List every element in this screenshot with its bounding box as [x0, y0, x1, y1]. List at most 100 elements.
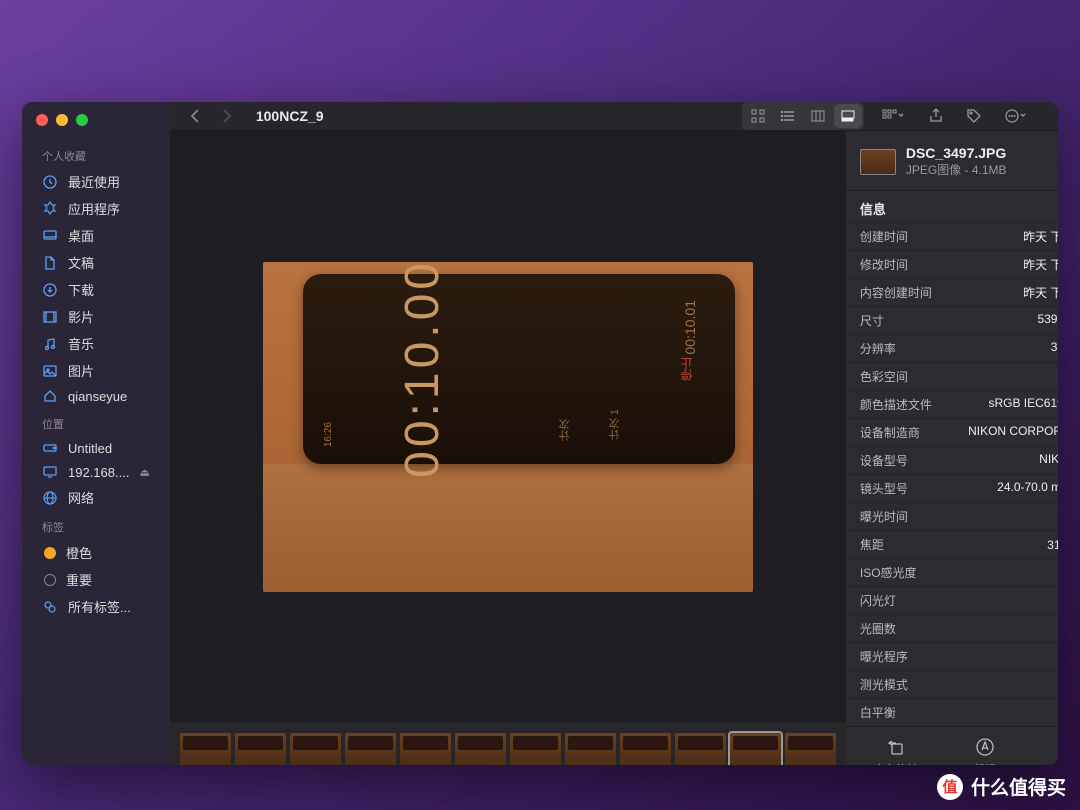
sidebar-item-音乐[interactable]: 音乐: [22, 330, 170, 357]
watermark-text: 什么值得买: [971, 773, 1066, 800]
sidebar-section-locations: 位置: [22, 408, 170, 436]
markup-action[interactable]: 标记: [974, 737, 996, 766]
close-button[interactable]: [36, 114, 48, 126]
thumbnail[interactable]: [730, 733, 781, 765]
sidebar-item-橙色[interactable]: 橙色: [22, 539, 170, 566]
globe-icon: [42, 490, 58, 506]
info-key: 曝光时间: [860, 508, 908, 525]
sidebar: 个人收藏 最近使用应用程序桌面文稿下载影片音乐图片 qianseyue 位置 Un…: [22, 102, 170, 765]
thumbnail[interactable]: [785, 733, 836, 765]
sidebar-item-图片[interactable]: 图片: [22, 357, 170, 384]
sidebar-item-应用程序[interactable]: 应用程序: [22, 195, 170, 222]
markup-icon: [975, 737, 995, 757]
rotate-left-action[interactable]: 向左旋转: [874, 737, 918, 766]
minimize-button[interactable]: [56, 114, 68, 126]
sidebar-item-网络[interactable]: 网络: [22, 484, 170, 511]
sidebar-item-label: 文稿: [68, 253, 94, 272]
film-icon: [42, 309, 58, 325]
sidebar-item-所有标签...[interactable]: 所有标签...: [22, 593, 170, 620]
finder-window: 个人收藏 最近使用应用程序桌面文稿下载影片音乐图片 qianseyue 位置 Un…: [22, 102, 1058, 765]
info-value: 昨天 下午4:26: [1023, 256, 1058, 273]
info-key: 尺寸: [860, 312, 884, 329]
tag-button[interactable]: [960, 104, 988, 128]
sidebar-item-qianseyue[interactable]: qianseyue: [22, 384, 170, 408]
thumbnail[interactable]: [235, 733, 286, 765]
file-name: DSC_3497.JPG: [906, 145, 1007, 161]
stopwatch-lap-time: 00:10.01: [682, 300, 698, 355]
info-key: 分辨率: [860, 340, 896, 357]
sidebar-item-label: Untitled: [68, 441, 112, 456]
info-row: 设备型号NIKON Z 9: [846, 446, 1058, 474]
lap-button-label: 计次: [557, 419, 573, 441]
thumbnail[interactable]: [455, 733, 506, 765]
info-key: 镜头型号: [860, 480, 908, 497]
thumbnail[interactable]: [400, 733, 451, 765]
thumbnail[interactable]: [565, 733, 616, 765]
info-key: 光圈数: [860, 620, 896, 637]
more-action[interactable]: 更多...: [1053, 737, 1058, 766]
sidebar-item-label: 橙色: [66, 543, 92, 562]
info-row: 尺寸5392×3592: [846, 306, 1058, 334]
toolbar: 100NCZ_9: [170, 102, 1058, 131]
sidebar-item-label: 图片: [68, 361, 94, 380]
sidebar-item-label: qianseyue: [68, 389, 127, 404]
sidebar-item-Untitled[interactable]: Untitled: [22, 436, 170, 460]
group-by-button[interactable]: [874, 104, 912, 128]
list-view-button[interactable]: [774, 104, 802, 128]
sidebar-item-桌面[interactable]: 桌面: [22, 222, 170, 249]
info-key: 曝光程序: [860, 648, 908, 665]
info-key: 颜色描述文件: [860, 396, 932, 413]
quick-actions: 向左旋转 标记 更多...: [846, 726, 1058, 765]
thumbnail[interactable]: [180, 733, 231, 765]
sidebar-item-label: 影片: [68, 307, 94, 326]
info-key: 设备制造商: [860, 424, 920, 441]
sidebar-item-文稿[interactable]: 文稿: [22, 249, 170, 276]
info-title: 信息: [860, 199, 886, 218]
thumbnail-strip[interactable]: [170, 722, 846, 765]
window-controls: [22, 114, 170, 140]
sidebar-item-label: 音乐: [68, 334, 94, 353]
back-button[interactable]: [184, 108, 206, 124]
info-row: 颜色描述文件sRGB IEC61966-2.1: [846, 390, 1058, 418]
forward-button[interactable]: [216, 108, 238, 124]
thumbnail[interactable]: [675, 733, 726, 765]
file-kind-size: JPEG图像 - 4.1MB: [906, 161, 1007, 178]
music-icon: [42, 336, 58, 352]
sidebar-item-最近使用[interactable]: 最近使用: [22, 168, 170, 195]
info-row: 分辨率 300×300: [846, 334, 1058, 362]
thumbnail[interactable]: [345, 733, 396, 765]
sidebar-item-影片[interactable]: 影片: [22, 303, 170, 330]
watermark-badge: 值: [937, 774, 963, 800]
gallery-view-button[interactable]: [834, 104, 862, 128]
preview-image[interactable]: 16:26 00:10.00 00:10.01 停止 计次 计次 1: [263, 262, 753, 592]
lap-record-label: 计次 1: [607, 409, 623, 440]
share-button[interactable]: [922, 104, 950, 128]
thumbnail[interactable]: [620, 733, 671, 765]
info-value: NIKON CORPORATION: [968, 424, 1058, 441]
info-row: ISO感光度250: [846, 558, 1058, 586]
eject-icon[interactable]: ⏏: [139, 466, 149, 479]
sidebar-item-label: 最近使用: [68, 172, 120, 191]
info-value: 31.5 毫米: [1047, 536, 1058, 553]
thumbnail[interactable]: [290, 733, 341, 765]
inspector-header: DSC_3497.JPG JPEG图像 - 4.1MB: [846, 131, 1058, 190]
action-menu-button[interactable]: [998, 104, 1032, 128]
info-value: 24.0-70.0 mm f/4.0: [997, 480, 1058, 497]
download-icon: [42, 282, 58, 298]
thumbnail[interactable]: [510, 733, 561, 765]
preview-image-container: 16:26 00:10.00 00:10.01 停止 计次 计次 1: [170, 131, 846, 722]
sidebar-item-192.168....[interactable]: 192.168....⏏: [22, 460, 170, 484]
info-key: ISO感光度: [860, 564, 917, 581]
sidebar-item-下载[interactable]: 下载: [22, 276, 170, 303]
main-area: 100NCZ_9: [170, 102, 1058, 765]
icon-view-button[interactable]: [744, 104, 772, 128]
photo-icon: [42, 363, 58, 379]
column-view-button[interactable]: [804, 104, 832, 128]
inspector-thumbnail: [860, 149, 896, 175]
sidebar-item-重要[interactable]: 重要: [22, 566, 170, 593]
info-value: 昨天 下午4:26: [1023, 228, 1058, 245]
info-value: 300×300: [1051, 340, 1058, 357]
sidebar-section-favorites: 个人收藏: [22, 140, 170, 168]
zoom-button[interactable]: [76, 114, 88, 126]
sidebar-item-label: 重要: [66, 570, 92, 589]
